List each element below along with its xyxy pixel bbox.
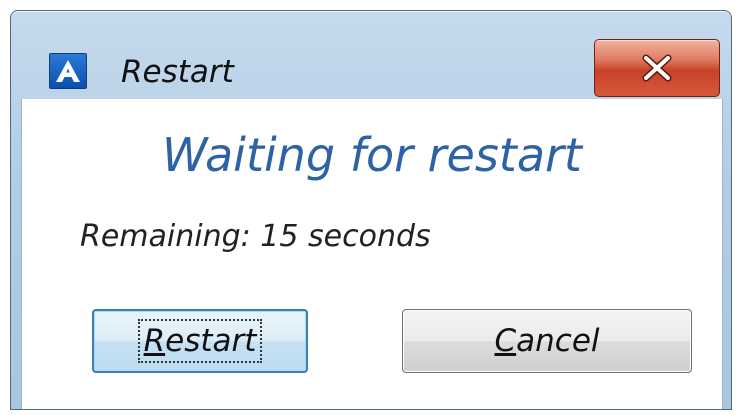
- restart-button[interactable]: Restart: [92, 309, 308, 373]
- app-icon: [49, 53, 87, 89]
- restart-dialog: Restart Waiting for restart Remaining: 1…: [10, 10, 732, 410]
- close-icon: [642, 54, 672, 82]
- close-button[interactable]: [594, 39, 720, 97]
- dialog-body: Waiting for restart Remaining: 15 second…: [21, 99, 723, 409]
- page: Restart Waiting for restart Remaining: 1…: [0, 0, 742, 415]
- acronis-a-icon: [56, 60, 80, 82]
- restart-mnemonic: R: [143, 323, 166, 359]
- cancel-mnemonic: C: [494, 323, 517, 359]
- restart-label: estart: [165, 323, 257, 359]
- cancel-button[interactable]: Cancel: [402, 309, 692, 373]
- window-title: Restart: [121, 54, 234, 90]
- cancel-label: ancel: [516, 323, 600, 359]
- countdown-text: Remaining: 15 seconds: [80, 219, 431, 254]
- title-bar[interactable]: Restart: [11, 11, 731, 99]
- status-heading: Waiting for restart: [162, 128, 582, 182]
- focus-rectangle: Restart: [137, 319, 263, 363]
